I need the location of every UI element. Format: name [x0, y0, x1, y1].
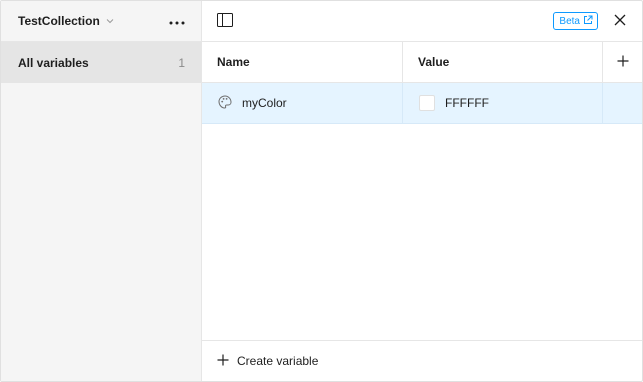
plus-icon — [217, 354, 229, 369]
collection-name: TestCollection — [18, 14, 100, 28]
sidebar-item-label: All variables — [18, 55, 89, 70]
table-row[interactable]: myColor FFFFFF — [202, 83, 642, 124]
beta-label: Beta — [559, 15, 580, 27]
sidebar: TestCollection All variables 1 — [1, 1, 202, 381]
chevron-down-icon — [106, 18, 114, 24]
color-palette-icon — [218, 94, 232, 112]
variables-panel: TestCollection All variables 1 Beta Name… — [0, 0, 643, 382]
main-area: Beta Name Value myColor FFFFFF Create va… — [202, 1, 642, 381]
create-variable-button[interactable]: Create variable — [202, 340, 642, 381]
sidebar-item-count: 1 — [178, 55, 185, 70]
close-button[interactable] — [608, 9, 632, 33]
toolbar: Beta — [202, 1, 642, 42]
variable-value: FFFFFF — [445, 96, 489, 110]
color-swatch[interactable] — [419, 95, 435, 111]
table-header: Name Value — [202, 42, 642, 83]
sidebar-toggle-icon — [217, 12, 233, 30]
column-header-value: Value — [403, 42, 603, 82]
create-variable-label: Create variable — [237, 354, 319, 368]
more-options-button[interactable] — [165, 9, 189, 33]
close-icon — [614, 14, 626, 29]
add-mode-button[interactable] — [603, 42, 642, 82]
toggle-sidebar-button[interactable] — [213, 9, 237, 33]
variable-name: myColor — [242, 96, 287, 110]
column-name-label: Name — [217, 55, 250, 69]
more-horizontal-icon — [169, 14, 185, 28]
variable-name-cell[interactable]: myColor — [202, 83, 403, 123]
collection-dropdown[interactable]: TestCollection — [18, 14, 114, 28]
plus-icon — [617, 55, 629, 70]
row-empty-cell — [603, 83, 642, 123]
sidebar-header: TestCollection — [1, 1, 201, 42]
external-link-icon — [583, 15, 593, 28]
beta-badge[interactable]: Beta — [553, 12, 598, 30]
variable-value-cell[interactable]: FFFFFF — [403, 83, 603, 123]
sidebar-item-all-variables[interactable]: All variables 1 — [1, 42, 201, 83]
column-header-name: Name — [202, 42, 403, 82]
table-empty-area — [202, 124, 642, 340]
column-value-label: Value — [418, 55, 450, 69]
